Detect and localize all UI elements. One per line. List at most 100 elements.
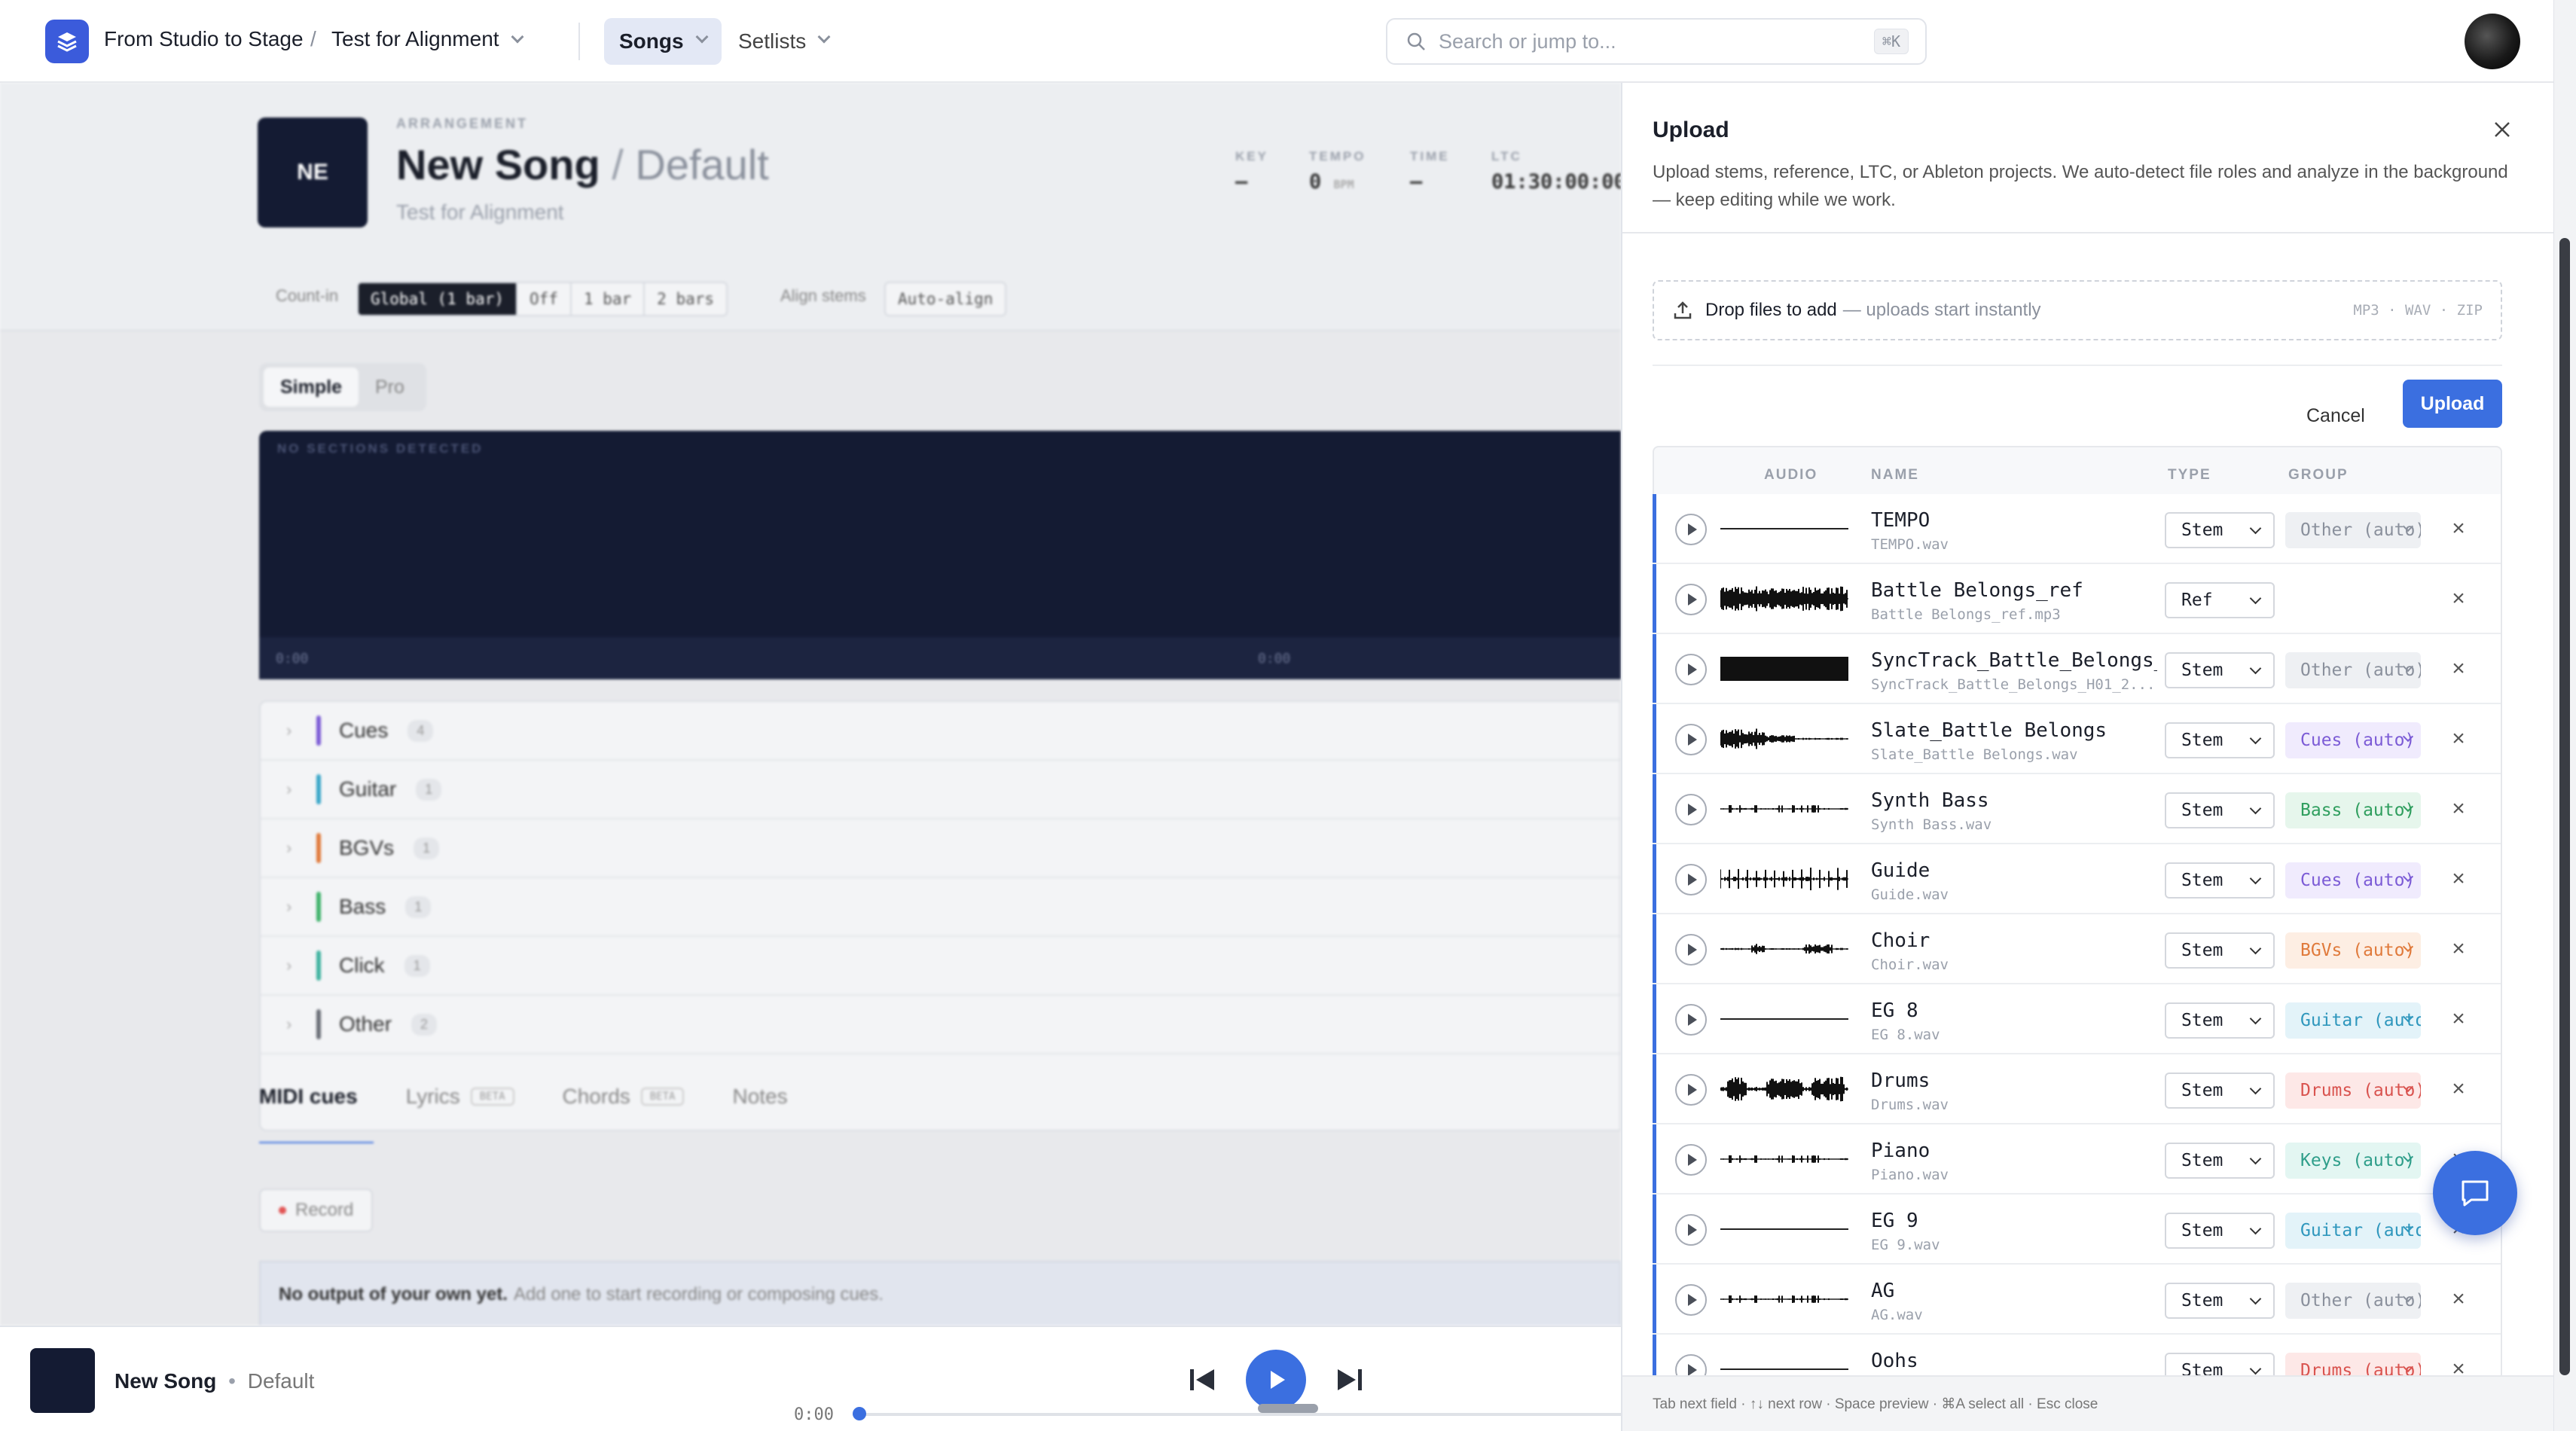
remove-file-icon[interactable]: × [2443,724,2474,754]
next-icon[interactable] [1333,1363,1366,1396]
remove-file-icon[interactable]: × [2443,864,2474,894]
file-name-input[interactable]: TEMPO [1871,509,2157,532]
group-select[interactable]: Bass (auto) [2285,792,2421,828]
preview-play-button[interactable] [1675,724,1707,755]
file-name-input[interactable]: Guide [1871,859,2157,882]
type-select[interactable]: Stem [2165,722,2275,758]
tab-pro[interactable]: Pro [359,377,421,398]
countin-option-0[interactable]: Global (1 bar) [359,283,518,315]
preview-play-button[interactable] [1675,1214,1707,1246]
tab-simple[interactable]: Simple [264,368,359,407]
preview-play-button[interactable] [1675,514,1707,545]
remove-file-icon[interactable]: × [2443,794,2474,824]
group-select[interactable]: Guitar (auto) [2285,1002,2421,1039]
group-select[interactable]: Cues (auto) [2285,722,2421,758]
group-select[interactable]: Other (auto) [2285,1283,2421,1319]
type-select[interactable]: Stem [2165,932,2275,969]
dropzone[interactable]: Drop files to add — uploads start instan… [1653,280,2502,340]
type-select[interactable]: Stem [2165,652,2275,688]
file-name-input[interactable]: Battle Belongs_ref [1871,579,2157,602]
remove-file-icon[interactable]: × [2443,584,2474,614]
nav-songs-button[interactable]: Songs [604,18,722,65]
align-auto-button[interactable]: Auto-align [886,283,1005,315]
type-select[interactable]: Stem [2165,862,2275,899]
remove-file-icon[interactable]: × [2443,1004,2474,1034]
type-select[interactable]: Stem [2165,1213,2275,1249]
file-name-input[interactable]: AG [1871,1280,2157,1302]
preview-play-button[interactable] [1675,584,1707,615]
preview-play-button[interactable] [1675,1144,1707,1176]
player-drag-handle[interactable] [1258,1404,1318,1413]
avatar[interactable] [2465,14,2520,69]
group-row-bgvs[interactable]: › BGVs 1 [261,819,1619,878]
arrangement-name[interactable]: Default [635,141,768,188]
file-name-input[interactable]: SyncTrack_Battle_Belongs_H01_2... [1871,649,2157,672]
player-progress-handle[interactable] [853,1407,866,1420]
file-name-input[interactable]: EG 9 [1871,1210,2157,1232]
nav-setlists-button[interactable]: Setlists [723,18,844,65]
record-button[interactable]: Record [259,1188,374,1232]
file-name-input[interactable]: Drums [1871,1069,2157,1092]
file-name-input[interactable]: Choir [1871,929,2157,952]
song-title[interactable]: New Song [396,141,600,188]
group-select[interactable]: Cues (auto) [2285,862,2421,899]
group-select[interactable]: Keys (auto) [2285,1143,2421,1179]
preview-play-button[interactable] [1675,1004,1707,1036]
preview-play-button[interactable] [1675,864,1707,896]
file-name-input[interactable]: Synth Bass [1871,789,2157,812]
group-select[interactable]: BGVs (auto) [2285,932,2421,969]
preview-play-button[interactable] [1675,1074,1707,1106]
group-select[interactable]: Drums (auto) [2285,1072,2421,1109]
page-scrollbar-thumb[interactable] [2559,238,2570,1375]
player-track: New Song • Default [114,1369,314,1393]
tab-notes[interactable]: Notes [732,1085,787,1109]
file-name-input[interactable]: Piano [1871,1140,2157,1162]
cancel-button[interactable]: Cancel [2306,392,2365,440]
type-select[interactable]: Stem [2165,792,2275,828]
group-row-guitar[interactable]: › Guitar 1 [261,761,1619,819]
remove-file-icon[interactable]: × [2443,654,2474,684]
countin-option-2[interactable]: 1 bar [572,283,646,315]
group-select[interactable]: Other (auto) [2285,652,2421,688]
upload-submit-button[interactable]: Upload [2403,380,2502,428]
remove-file-icon[interactable]: × [2443,1284,2474,1314]
group-row-click[interactable]: › Click 1 [261,937,1619,996]
tab-lyrics[interactable]: Lyrics BETA [406,1085,514,1109]
remove-file-icon[interactable]: × [2443,1074,2474,1104]
breadcrumb-workspace[interactable]: From Studio to Stage [104,27,304,51]
countin-option-3[interactable]: 2 bars [645,283,726,315]
player-progress-track[interactable] [859,1413,1621,1416]
remove-file-icon[interactable]: × [2443,514,2474,544]
countin-option-1[interactable]: Off [517,283,572,315]
remove-file-icon[interactable]: × [2443,934,2474,964]
group-row-cues[interactable]: › Cues 4 [261,702,1619,761]
preview-play-button[interactable] [1675,934,1707,966]
previous-icon[interactable] [1186,1363,1219,1396]
tab-chords[interactable]: Chords BETA [563,1085,685,1109]
type-select[interactable]: Stem [2165,1002,2275,1039]
search-input[interactable]: Search or jump to... ⌘K [1386,18,1927,65]
breadcrumb-project[interactable]: Test for Alignment [331,27,524,51]
chat-button[interactable] [2433,1151,2517,1235]
file-name-input[interactable]: Oohs [1871,1350,2157,1372]
type-select[interactable]: Ref [2165,582,2275,618]
type-select[interactable]: Stem [2165,512,2275,548]
close-icon[interactable] [2487,114,2517,145]
group-row-bass[interactable]: › Bass 1 [261,878,1619,937]
file-name-input[interactable]: EG 8 [1871,999,2157,1022]
preview-play-button[interactable] [1675,794,1707,825]
group-row-other[interactable]: › Other 2 [261,996,1619,1054]
preview-play-button[interactable] [1675,1284,1707,1316]
type-select[interactable]: Stem [2165,1283,2275,1319]
arrangement-waveform[interactable]: NO SECTIONS DETECTED 0:00 0:00 [259,431,1621,679]
type-select[interactable]: Stem [2165,1072,2275,1109]
group-select[interactable]: Other (auto) [2285,512,2421,548]
type-select[interactable]: Stem [2165,1143,2275,1179]
tab-midi-cues[interactable]: MIDI cues [259,1085,358,1109]
file-name-input[interactable]: Slate_Battle Belongs [1871,719,2157,742]
group-select[interactable]: Guitar (auto) [2285,1213,2421,1249]
group-color-bar [316,1009,321,1039]
app-logo-icon[interactable] [45,20,89,63]
play-button[interactable] [1246,1350,1306,1410]
preview-play-button[interactable] [1675,654,1707,685]
